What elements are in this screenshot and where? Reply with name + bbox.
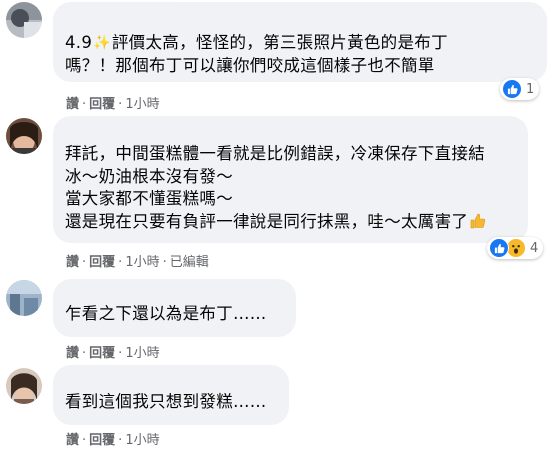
like-button[interactable]: 讚: [66, 255, 79, 270]
separator-dot: ·: [82, 433, 87, 448]
reply-button[interactable]: 回覆: [89, 97, 115, 112]
like-icon: [502, 79, 522, 99]
comment-bubble: 拜託，中間蛋糕體一看就是比例錯誤，冷凍保存下直接結 冰～奶油根本沒有發～ 當大家…: [53, 116, 528, 243]
like-button[interactable]: 讚: [66, 433, 79, 448]
separator-dot: ·: [82, 346, 87, 361]
comment-line: 還是現在只要有負評一律說是同行抹黑，哇～太厲害了: [65, 211, 486, 236]
reply-button[interactable]: 回覆: [89, 433, 115, 448]
comment-bubble: 4.9✨評價太高，怪怪的，第三張照片黃色的是布丁 嗎？！那個布丁可以讓你們咬成這…: [53, 2, 547, 82]
sparkle-icon: ✨: [93, 35, 111, 51]
separator-dot: ·: [118, 255, 123, 270]
separator-dot: ·: [162, 255, 167, 270]
comment-actions: 讚 · 回覆 · 1小時: [66, 342, 160, 361]
avatar[interactable]: [6, 2, 42, 38]
comment-line: 4.9✨評價太高，怪怪的，第三張照片黃色的是布丁: [65, 32, 448, 55]
comment-text: 拜託，中間蛋糕體一看就是比例錯誤，冷凍保存下直接結 冰～奶油根本沒有發～ 當大家…: [65, 143, 486, 235]
timestamp-link[interactable]: 1小時: [125, 433, 159, 448]
separator-dot: ·: [82, 97, 87, 112]
comment-actions: 讚 · 回覆 · 1小時: [66, 93, 160, 112]
comment-line: 拜託，中間蛋糕體一看就是比例錯誤，冷凍保存下直接結: [65, 144, 485, 163]
separator-dot: ·: [118, 97, 123, 112]
timestamp-link[interactable]: 1小時: [125, 97, 159, 112]
thumbs-up-emoji-icon: [470, 213, 486, 236]
rating-value: 4.9: [65, 33, 93, 52]
separator-dot: ·: [82, 255, 87, 270]
timestamp-link[interactable]: 1小時: [125, 255, 159, 270]
reply-button[interactable]: 回覆: [89, 346, 115, 361]
comment-bubble: 看到這個我只想到發糕……: [53, 365, 289, 425]
comment-actions: 讚 · 回覆 · 1小時: [66, 429, 160, 448]
comment-line: 當大家都不懂蛋糕嗎～: [65, 189, 233, 208]
like-button[interactable]: 讚: [66, 346, 79, 361]
reaction-count: 1: [526, 81, 535, 97]
comment-text: 乍看之下還以為是布丁……: [65, 304, 267, 323]
separator-dot: ·: [118, 433, 123, 448]
like-icon: [489, 238, 509, 258]
edited-indicator[interactable]: 已編輯: [170, 255, 209, 270]
comment-line-text: 還是現在只要有負評一律說是同行抹黑，哇～太厲害了: [65, 211, 469, 231]
comment-text: 看到這個我只想到發糕……: [65, 392, 267, 411]
reply-button[interactable]: 回覆: [89, 255, 115, 270]
reaction-summary[interactable]: 1: [500, 78, 540, 100]
comment-actions: 讚 · 回覆 · 1小時 · 已編輯: [66, 251, 209, 270]
like-button[interactable]: 讚: [66, 97, 79, 112]
comment-bubble: 乍看之下還以為是布丁……: [53, 279, 296, 337]
comment-text: 4.9✨評價太高，怪怪的，第三張照片黃色的是布丁 嗎？！那個布丁可以讓你們咬成這…: [65, 32, 448, 77]
separator-dot: ·: [118, 346, 123, 361]
comment-thread: 4.9✨評價太高，怪怪的，第三張照片黃色的是布丁 嗎？！那個布丁可以讓你們咬成這…: [0, 0, 550, 450]
avatar[interactable]: [6, 368, 42, 404]
wow-icon: [506, 238, 526, 258]
timestamp-link[interactable]: 1小時: [125, 346, 159, 361]
reaction-summary[interactable]: 4: [487, 237, 544, 259]
comment-line-text: 評價太高，怪怪的，第三張照片黃色的是布丁: [111, 33, 448, 52]
avatar[interactable]: [6, 118, 42, 154]
comment-line: 冰～奶油根本沒有發～: [65, 166, 233, 186]
avatar[interactable]: [6, 280, 42, 316]
reaction-count: 4: [530, 240, 539, 256]
comment-line: 嗎？！那個布丁可以讓你們咬成這個樣子也不簡單: [65, 55, 435, 75]
